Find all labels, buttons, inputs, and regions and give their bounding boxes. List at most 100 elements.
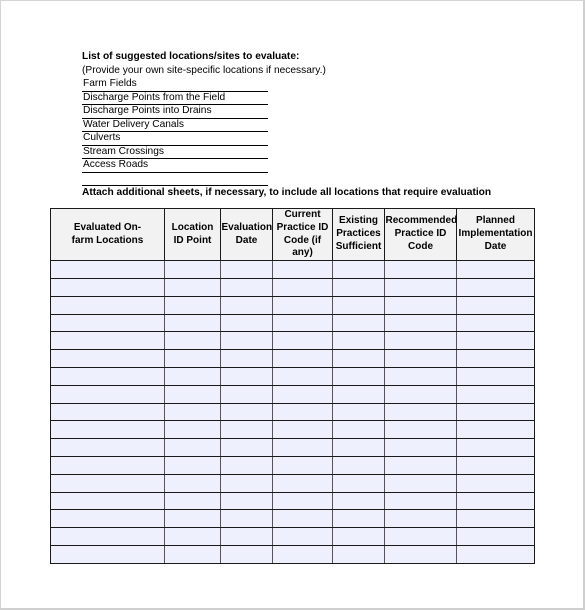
table-cell[interactable] (272, 544, 333, 564)
table-cell[interactable] (456, 313, 535, 333)
table-cell[interactable] (164, 295, 221, 315)
table-cell[interactable] (272, 420, 333, 440)
table-cell[interactable] (456, 544, 535, 564)
table-cell[interactable] (384, 295, 457, 315)
table-cell[interactable] (332, 491, 385, 511)
table-cell[interactable] (332, 260, 385, 279)
table-cell[interactable] (272, 349, 333, 368)
table-cell[interactable] (272, 473, 333, 493)
table-cell[interactable] (164, 384, 221, 404)
table-cell[interactable] (272, 509, 333, 529)
table-cell[interactable] (164, 509, 221, 529)
table-cell[interactable] (220, 402, 273, 422)
table-cell[interactable] (384, 420, 457, 440)
table-cell[interactable] (456, 491, 535, 511)
site-item-blank-entry[interactable] (82, 173, 268, 186)
table-cell[interactable] (456, 527, 535, 546)
table-cell[interactable] (384, 473, 457, 493)
table-cell[interactable] (384, 509, 457, 529)
table-cell[interactable] (332, 455, 385, 475)
table-cell[interactable] (332, 331, 385, 351)
table-cell[interactable] (164, 527, 221, 546)
table-cell[interactable] (272, 384, 333, 404)
table-cell[interactable] (220, 260, 273, 279)
table-cell[interactable] (50, 277, 165, 297)
table-cell[interactable] (384, 491, 457, 511)
table-cell[interactable] (384, 331, 457, 351)
table-cell[interactable] (220, 527, 273, 546)
table-cell[interactable] (332, 402, 385, 422)
table-cell[interactable] (384, 313, 457, 333)
table-cell[interactable] (50, 402, 165, 422)
table-cell[interactable] (164, 402, 221, 422)
table-cell[interactable] (164, 366, 221, 386)
table-cell[interactable] (220, 455, 273, 475)
table-cell[interactable] (220, 331, 273, 351)
table-cell[interactable] (220, 313, 273, 333)
table-cell[interactable] (50, 313, 165, 333)
table-cell[interactable] (50, 491, 165, 511)
table-cell[interactable] (272, 438, 333, 457)
table-cell[interactable] (384, 277, 457, 297)
table-cell[interactable] (384, 402, 457, 422)
table-cell[interactable] (164, 331, 221, 351)
table-cell[interactable] (50, 349, 165, 368)
table-cell[interactable] (332, 527, 385, 546)
table-cell[interactable] (220, 277, 273, 297)
table-cell[interactable] (50, 331, 165, 351)
table-cell[interactable] (50, 366, 165, 386)
table-cell[interactable] (456, 455, 535, 475)
table-cell[interactable] (220, 491, 273, 511)
table-cell[interactable] (272, 331, 333, 351)
table-cell[interactable] (50, 438, 165, 457)
table-cell[interactable] (164, 420, 221, 440)
table-cell[interactable] (220, 349, 273, 368)
table-cell[interactable] (332, 420, 385, 440)
table-cell[interactable] (332, 509, 385, 529)
table-cell[interactable] (220, 295, 273, 315)
table-cell[interactable] (456, 331, 535, 351)
table-cell[interactable] (332, 473, 385, 493)
table-cell[interactable] (384, 349, 457, 368)
table-cell[interactable] (456, 473, 535, 493)
table-cell[interactable] (220, 509, 273, 529)
table-cell[interactable] (456, 420, 535, 440)
table-cell[interactable] (272, 295, 333, 315)
table-cell[interactable] (50, 509, 165, 529)
table-cell[interactable] (272, 455, 333, 475)
table-cell[interactable] (456, 384, 535, 404)
table-cell[interactable] (384, 455, 457, 475)
table-cell[interactable] (164, 277, 221, 297)
table-cell[interactable] (50, 527, 165, 546)
table-cell[interactable] (164, 438, 221, 457)
table-cell[interactable] (164, 473, 221, 493)
table-cell[interactable] (164, 491, 221, 511)
table-cell[interactable] (272, 527, 333, 546)
table-cell[interactable] (456, 277, 535, 297)
table-cell[interactable] (164, 349, 221, 368)
table-cell[interactable] (50, 295, 165, 315)
table-cell[interactable] (456, 366, 535, 386)
table-cell[interactable] (332, 295, 385, 315)
table-cell[interactable] (164, 455, 221, 475)
table-cell[interactable] (456, 260, 535, 279)
table-cell[interactable] (456, 349, 535, 368)
table-cell[interactable] (384, 366, 457, 386)
table-cell[interactable] (220, 438, 273, 457)
table-cell[interactable] (456, 295, 535, 315)
table-cell[interactable] (50, 420, 165, 440)
table-cell[interactable] (332, 277, 385, 297)
table-cell[interactable] (332, 544, 385, 564)
table-cell[interactable] (220, 544, 273, 564)
table-cell[interactable] (456, 402, 535, 422)
table-cell[interactable] (220, 384, 273, 404)
table-cell[interactable] (220, 366, 273, 386)
table-cell[interactable] (164, 544, 221, 564)
table-cell[interactable] (384, 384, 457, 404)
table-cell[interactable] (456, 438, 535, 457)
table-cell[interactable] (332, 349, 385, 368)
table-cell[interactable] (50, 260, 165, 279)
table-cell[interactable] (272, 366, 333, 386)
table-cell[interactable] (272, 277, 333, 297)
table-cell[interactable] (50, 544, 165, 564)
